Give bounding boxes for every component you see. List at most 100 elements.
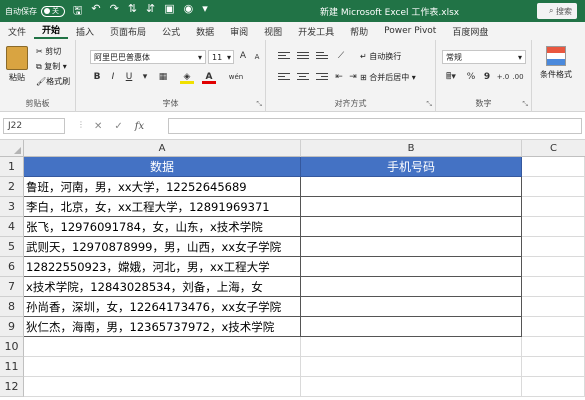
- cell-c8[interactable]: [522, 297, 585, 317]
- formula-input[interactable]: [168, 118, 582, 134]
- alignment-dialog-launcher-icon[interactable]: ⤡: [426, 100, 432, 109]
- cell-b11[interactable]: [301, 357, 522, 377]
- font-color-button[interactable]: A: [202, 71, 216, 84]
- cell-c4[interactable]: [522, 217, 585, 237]
- align-bottom-icon[interactable]: [316, 52, 328, 62]
- tab-formulas[interactable]: 公式: [154, 25, 188, 38]
- row-header[interactable]: 1: [0, 157, 24, 177]
- row-header[interactable]: 10: [0, 337, 24, 357]
- row-header[interactable]: 5: [0, 237, 24, 257]
- cell-b6[interactable]: [301, 257, 522, 277]
- row-header[interactable]: 12: [0, 377, 24, 397]
- redo-icon[interactable]: ↷: [110, 2, 119, 21]
- sort-asc-icon[interactable]: ⇅: [128, 2, 137, 21]
- phonetic-button[interactable]: wén: [226, 71, 246, 84]
- cell-b3[interactable]: [301, 197, 522, 217]
- column-header-c[interactable]: C: [522, 140, 585, 157]
- tab-file[interactable]: 文件: [0, 25, 34, 38]
- percent-style-button[interactable]: %: [464, 71, 478, 84]
- row-header[interactable]: 2: [0, 177, 24, 197]
- cell-c3[interactable]: [522, 197, 585, 217]
- merge-center-button[interactable]: ⊞ 合并后居中 ▾: [360, 72, 416, 83]
- cell-a7[interactable]: x技术学院，12843028534，刘备，上海，女: [24, 277, 301, 297]
- row-header[interactable]: 7: [0, 277, 24, 297]
- cell-a2[interactable]: 鲁班，河南，男，xx大学，12252645689: [24, 177, 301, 197]
- paste-button[interactable]: 粘贴: [6, 46, 28, 83]
- align-middle-icon[interactable]: [297, 52, 309, 62]
- search-box[interactable]: ⌕ 搜索: [537, 3, 577, 19]
- cell-b8[interactable]: [301, 297, 522, 317]
- align-top-icon[interactable]: [278, 52, 290, 62]
- bold-button[interactable]: B: [90, 71, 104, 84]
- underline-button[interactable]: U: [122, 71, 136, 84]
- tab-page-layout[interactable]: 页面布局: [102, 25, 154, 38]
- cell-c9[interactable]: [522, 317, 585, 337]
- cell-c10[interactable]: [522, 337, 585, 357]
- italic-button[interactable]: I: [106, 71, 120, 84]
- conditional-formatting-button[interactable]: 条件格式: [540, 46, 572, 80]
- cell-c11[interactable]: [522, 357, 585, 377]
- cell-c6[interactable]: [522, 257, 585, 277]
- row-header[interactable]: 8: [0, 297, 24, 317]
- column-header-a[interactable]: A: [24, 140, 301, 157]
- tab-developer[interactable]: 开发工具: [290, 25, 342, 38]
- grow-font-button[interactable]: A: [236, 50, 250, 63]
- orientation-icon[interactable]: ⟋: [334, 50, 348, 63]
- row-header[interactable]: 4: [0, 217, 24, 237]
- tab-baidu-netdisk[interactable]: 百度网盘: [444, 25, 496, 38]
- cell-b4[interactable]: [301, 217, 522, 237]
- increase-indent-icon[interactable]: ⇥: [346, 71, 360, 84]
- cell-a11[interactable]: [24, 357, 301, 377]
- align-right-icon[interactable]: [316, 73, 328, 83]
- customize-toolbar-icon[interactable]: ▾: [202, 2, 208, 21]
- fill-color-button[interactable]: ◈: [180, 71, 194, 84]
- font-size-select[interactable]: 11 ▾: [208, 50, 234, 64]
- decrease-indent-icon[interactable]: ⇤: [332, 71, 346, 84]
- cell-a4[interactable]: 张飞，12976091784，女，山东，x技术学院: [24, 217, 301, 237]
- undo-icon[interactable]: ↶: [91, 2, 100, 21]
- copy-button[interactable]: ⧉ 复制 ▾: [36, 61, 67, 72]
- row-header[interactable]: 6: [0, 257, 24, 277]
- tab-review[interactable]: 审阅: [222, 25, 256, 38]
- currency-format-icon[interactable]: 🖩▾: [442, 71, 460, 84]
- align-left-icon[interactable]: [278, 73, 290, 83]
- tab-data[interactable]: 数据: [188, 25, 222, 38]
- cell-c1[interactable]: [522, 157, 585, 177]
- form-icon[interactable]: ▣: [164, 2, 174, 21]
- tab-insert[interactable]: 插入: [68, 25, 102, 38]
- save-icon[interactable]: 🖫: [73, 2, 82, 21]
- align-center-icon[interactable]: [297, 73, 309, 83]
- row-header[interactable]: 11: [0, 357, 24, 377]
- column-header-b[interactable]: B: [301, 140, 522, 157]
- cell-a12[interactable]: [24, 377, 301, 397]
- cell-c7[interactable]: [522, 277, 585, 297]
- tab-power-pivot[interactable]: Power Pivot: [376, 26, 444, 36]
- cell-b2[interactable]: [301, 177, 522, 197]
- borders-button[interactable]: ▦: [156, 71, 170, 84]
- sort-desc-icon[interactable]: ⇵: [146, 2, 155, 21]
- underline-dropdown[interactable]: ▾: [138, 71, 152, 84]
- tab-help[interactable]: 帮助: [342, 25, 376, 38]
- cell-a8[interactable]: 孙尚香，深圳，女，12264173476，xx女子学院: [24, 297, 301, 317]
- cancel-icon[interactable]: ✕: [94, 121, 102, 132]
- cell-a1[interactable]: 数据: [24, 157, 301, 177]
- cell-b5[interactable]: [301, 237, 522, 257]
- camera-icon[interactable]: ◉: [184, 2, 194, 21]
- select-all-button[interactable]: [0, 140, 24, 157]
- autosave-toggle[interactable]: 关: [41, 5, 65, 17]
- cell-b12[interactable]: [301, 377, 522, 397]
- enter-icon[interactable]: ✓: [114, 121, 122, 132]
- row-header[interactable]: 9: [0, 317, 24, 337]
- shrink-font-button[interactable]: A: [250, 51, 264, 64]
- row-header[interactable]: 3: [0, 197, 24, 217]
- cell-b9[interactable]: [301, 317, 522, 337]
- wrap-text-button[interactable]: ↵ 自动换行: [360, 51, 401, 62]
- format-painter-button[interactable]: 🖌格式刷: [36, 76, 70, 87]
- tab-view[interactable]: 视图: [256, 25, 290, 38]
- cell-a3[interactable]: 李白，北京，女，xx工程大学，12891969371: [24, 197, 301, 217]
- comma-style-button[interactable]: 9: [480, 71, 494, 84]
- decrease-decimal-icon[interactable]: .00: [511, 71, 525, 84]
- cell-c12[interactable]: [522, 377, 585, 397]
- cell-b10[interactable]: [301, 337, 522, 357]
- number-format-select[interactable]: 常规 ▾: [442, 50, 526, 64]
